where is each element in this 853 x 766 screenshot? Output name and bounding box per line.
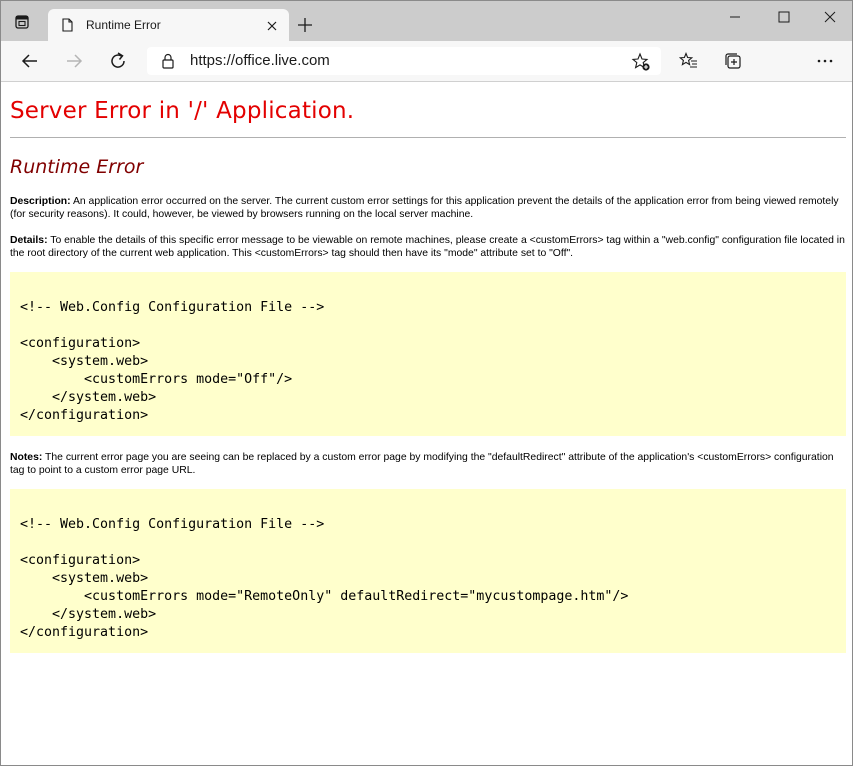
description-label: Description: (10, 196, 71, 207)
minimize-icon[interactable] (727, 9, 743, 25)
maximize-icon[interactable] (776, 9, 792, 25)
more-options-icon[interactable] (815, 51, 835, 71)
details-text: To enable the details of this specific e… (10, 235, 845, 259)
page-icon (60, 18, 74, 32)
config-code: <!-- Web.Config Configuration File --> <… (20, 300, 325, 423)
browser-window: Runtime Error https://office.live.com Se… (0, 0, 853, 766)
redirect-code: <!-- Web.Config Configuration File --> <… (20, 517, 629, 640)
lock-icon[interactable] (161, 53, 175, 69)
tab-strip: Runtime Error (1, 1, 852, 41)
back-icon[interactable] (20, 51, 40, 71)
tab-actions-icon[interactable] (15, 15, 29, 29)
description-paragraph: Description: An application error occurr… (10, 195, 846, 221)
forward-icon[interactable] (64, 51, 84, 71)
divider (10, 137, 846, 138)
close-tab-icon[interactable] (266, 19, 278, 31)
favorites-icon[interactable] (678, 51, 699, 71)
add-favorite-icon[interactable] (631, 52, 651, 72)
description-text: An application error occurred on the ser… (10, 196, 839, 220)
refresh-icon[interactable] (108, 51, 128, 71)
redirect-code-block: <!-- Web.Config Configuration File --> <… (10, 489, 846, 653)
details-paragraph: Details: To enable the details of this s… (10, 234, 846, 260)
browser-toolbar: https://office.live.com (1, 41, 852, 82)
details-label: Details: (10, 235, 48, 246)
notes-text: The current error page you are seeing ca… (10, 452, 834, 476)
close-window-icon[interactable] (822, 9, 838, 25)
tab-runtime-error[interactable]: Runtime Error (48, 9, 289, 41)
page-content: Server Error in '/' Application. Runtime… (1, 82, 852, 765)
page-heading: Server Error in '/' Application. (10, 98, 355, 124)
url-text[interactable]: https://office.live.com (190, 52, 330, 69)
notes-paragraph: Notes: The current error page you are se… (10, 451, 846, 477)
notes-label: Notes: (10, 452, 43, 463)
new-tab-icon[interactable] (297, 17, 313, 33)
error-title: Runtime Error (10, 156, 144, 178)
tab-title: Runtime Error (86, 18, 161, 32)
address-bar[interactable]: https://office.live.com (147, 47, 661, 75)
config-code-block: <!-- Web.Config Configuration File --> <… (10, 272, 846, 436)
collections-icon[interactable] (723, 51, 743, 71)
